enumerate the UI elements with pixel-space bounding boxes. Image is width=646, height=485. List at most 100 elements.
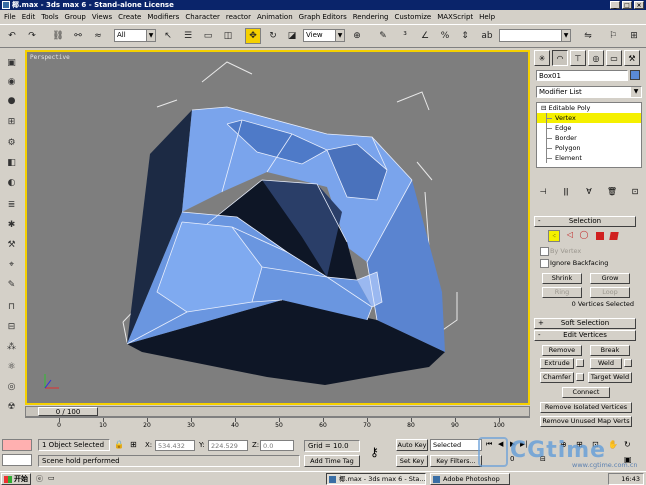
edge-mode-icon[interactable]: ◁ bbox=[564, 230, 576, 242]
wrench-icon[interactable]: ⚒ bbox=[4, 238, 19, 252]
select-object-icon[interactable]: ↖ bbox=[160, 28, 176, 44]
named-selection-icon[interactable]: ab bbox=[479, 28, 495, 44]
select-move-icon[interactable]: ✥ bbox=[245, 28, 261, 44]
select-by-name-icon[interactable]: ☰ bbox=[180, 28, 196, 44]
reference-coordinate-dropdown[interactable]: View ▼ bbox=[303, 29, 345, 42]
menu-file[interactable]: File bbox=[4, 11, 16, 23]
object-name-field[interactable]: Box01 bbox=[536, 70, 628, 81]
grow-button[interactable]: Grow bbox=[590, 273, 630, 284]
menu-modifiers[interactable]: Modifiers bbox=[147, 11, 179, 23]
menu-create[interactable]: Create bbox=[118, 11, 141, 23]
reactor-icon[interactable]: ☢ bbox=[4, 400, 19, 414]
pin-stack-icon[interactable]: ⊣ bbox=[536, 184, 550, 198]
window-crossing-icon[interactable]: ◫ bbox=[220, 28, 236, 44]
remove-button[interactable]: Remove bbox=[542, 345, 582, 356]
pipe-icon[interactable]: ⊓ bbox=[4, 300, 19, 314]
perspective-viewport[interactable]: Perspective bbox=[25, 50, 530, 405]
space-warp-icon[interactable]: ⚙ bbox=[4, 136, 19, 150]
utilities-tab-icon[interactable]: ⚒ bbox=[624, 50, 640, 66]
modifier-stack[interactable]: ⊟ Editable Poly Vertex Edge Border Polyg… bbox=[536, 102, 642, 168]
menu-views[interactable]: Views bbox=[92, 11, 112, 23]
spinner-snap-icon[interactable]: ⇕ bbox=[457, 28, 473, 44]
timeline-ruler[interactable]: 0 10 20 30 40 50 60 70 80 90 100 bbox=[25, 417, 530, 435]
taskbar-item-photoshop[interactable]: Adobe Photoshop bbox=[430, 473, 510, 485]
extrude-button[interactable]: Extrude bbox=[540, 358, 574, 369]
minimize-button[interactable]: _ bbox=[610, 1, 620, 9]
undo-icon[interactable]: ↶ bbox=[4, 28, 20, 44]
unlink-icon[interactable]: ⚯ bbox=[70, 28, 86, 44]
taskbar-item-3dsmax[interactable]: 椰.max - 3ds max 6 - Sta... bbox=[326, 473, 426, 485]
menu-customize[interactable]: Customize bbox=[394, 11, 431, 23]
named-selection-sets-dropdown[interactable]: ▼ bbox=[499, 29, 571, 42]
hierarchy-tab-icon[interactable]: ⊤ bbox=[570, 50, 586, 66]
motion-tab-icon[interactable]: ◎ bbox=[588, 50, 604, 66]
key-mode-dropdown[interactable]: Selected bbox=[430, 439, 482, 451]
configure-modifier-sets-icon[interactable]: ⊡ bbox=[628, 184, 642, 198]
stack-item-polygon[interactable]: Polygon bbox=[537, 143, 641, 153]
menu-rendering[interactable]: Rendering bbox=[353, 11, 389, 23]
border-mode-icon[interactable]: ◯ bbox=[578, 230, 590, 242]
add-time-tag-button[interactable]: Add Time Tag bbox=[304, 455, 360, 467]
shapes-icon[interactable]: ✱ bbox=[4, 218, 19, 232]
weld-button[interactable]: Weld bbox=[590, 358, 622, 369]
stack-item-element[interactable]: Element bbox=[537, 153, 641, 163]
soft-selection-rollout-header[interactable]: + Soft Selection bbox=[534, 318, 636, 329]
remove-modifier-icon[interactable]: 🗑 bbox=[605, 184, 619, 198]
schematic-view-icon[interactable]: ⊞ bbox=[626, 28, 642, 44]
paint-icon[interactable]: ✎ bbox=[4, 278, 19, 292]
key-icon[interactable]: ⚷ bbox=[370, 445, 379, 459]
vertex-mode-icon[interactable]: ⁖ bbox=[548, 230, 560, 242]
sphere-icon[interactable]: ● bbox=[4, 94, 19, 108]
menu-group[interactable]: Group bbox=[65, 11, 86, 23]
camera-icon[interactable]: ⌖ bbox=[4, 258, 19, 272]
element-mode-icon[interactable] bbox=[609, 232, 619, 240]
lock-selection-icon[interactable]: 🔒 bbox=[114, 440, 124, 449]
mirror-icon[interactable]: ⇋ bbox=[580, 28, 596, 44]
menu-reactor[interactable]: reactor bbox=[226, 11, 251, 23]
menu-animation[interactable]: Animation bbox=[257, 11, 293, 23]
curve-editor-icon[interactable]: ⚐ bbox=[605, 28, 621, 44]
z-coordinate-field[interactable]: 0.0 bbox=[260, 440, 294, 451]
break-button[interactable]: Break bbox=[590, 345, 630, 356]
percent-snap-icon[interactable]: % bbox=[437, 28, 453, 44]
select-manipulate-icon[interactable]: ✎ bbox=[375, 28, 391, 44]
orbit-icon[interactable]: ↻ bbox=[624, 440, 631, 449]
menu-edit[interactable]: Edit bbox=[22, 11, 36, 23]
selection-filter-dropdown[interactable]: All ▼ bbox=[114, 29, 156, 42]
set-key-button[interactable]: Set Key bbox=[396, 455, 428, 467]
render-icon[interactable]: ◎ bbox=[4, 380, 19, 394]
ignore-backfacing-checkbox[interactable]: Ignore Backfacing bbox=[540, 259, 608, 268]
stack-item-vertex[interactable]: Vertex bbox=[537, 113, 641, 123]
chamfer-settings-icon[interactable] bbox=[576, 373, 584, 381]
display-tab-icon[interactable]: ▭ bbox=[606, 50, 622, 66]
maximize-button[interactable]: □ bbox=[622, 1, 632, 9]
remove-unused-map-verts-button[interactable]: Remove Unused Map Verts bbox=[540, 416, 632, 427]
stack-item-editable-poly[interactable]: ⊟ Editable Poly bbox=[537, 103, 641, 113]
chamfer-button[interactable]: Chamfer bbox=[540, 372, 574, 383]
modify-tab-icon[interactable]: ◠ bbox=[552, 50, 568, 66]
modify-icon[interactable]: ◉ bbox=[4, 75, 19, 89]
target-weld-button[interactable]: Target Weld bbox=[588, 372, 632, 383]
loop-button[interactable]: Loop bbox=[590, 287, 630, 298]
key-filters-button[interactable]: Key Filters... bbox=[430, 455, 482, 467]
redo-icon[interactable]: ↷ bbox=[24, 28, 40, 44]
maxscript-listener-mini[interactable] bbox=[2, 439, 32, 451]
close-button[interactable]: × bbox=[634, 1, 644, 9]
polygon-mode-icon[interactable] bbox=[596, 232, 604, 240]
quick-launch-desktop-icon[interactable]: ▭ bbox=[48, 474, 55, 482]
particle-icon[interactable]: ⁂ bbox=[4, 340, 19, 354]
x-coordinate-field[interactable]: 534.432 bbox=[155, 440, 195, 451]
stack-item-border[interactable]: Border bbox=[537, 133, 641, 143]
selection-rollout-header[interactable]: - Selection bbox=[534, 216, 636, 227]
angle-snap-icon[interactable]: ∠ bbox=[417, 28, 433, 44]
bind-space-warp-icon[interactable]: ≈ bbox=[90, 28, 106, 44]
lights-icon[interactable]: ◐ bbox=[4, 176, 19, 190]
connect-button[interactable]: Connect bbox=[562, 387, 610, 398]
menu-help[interactable]: Help bbox=[479, 11, 495, 23]
shrink-button[interactable]: Shrink bbox=[542, 273, 582, 284]
menu-tools[interactable]: Tools bbox=[41, 11, 58, 23]
start-button[interactable]: 开始 bbox=[1, 473, 31, 485]
dynamics-icon[interactable]: ⚛ bbox=[4, 360, 19, 374]
layers-icon[interactable]: ≣ bbox=[4, 198, 19, 212]
helper-icon[interactable]: ⊞ bbox=[4, 115, 19, 129]
